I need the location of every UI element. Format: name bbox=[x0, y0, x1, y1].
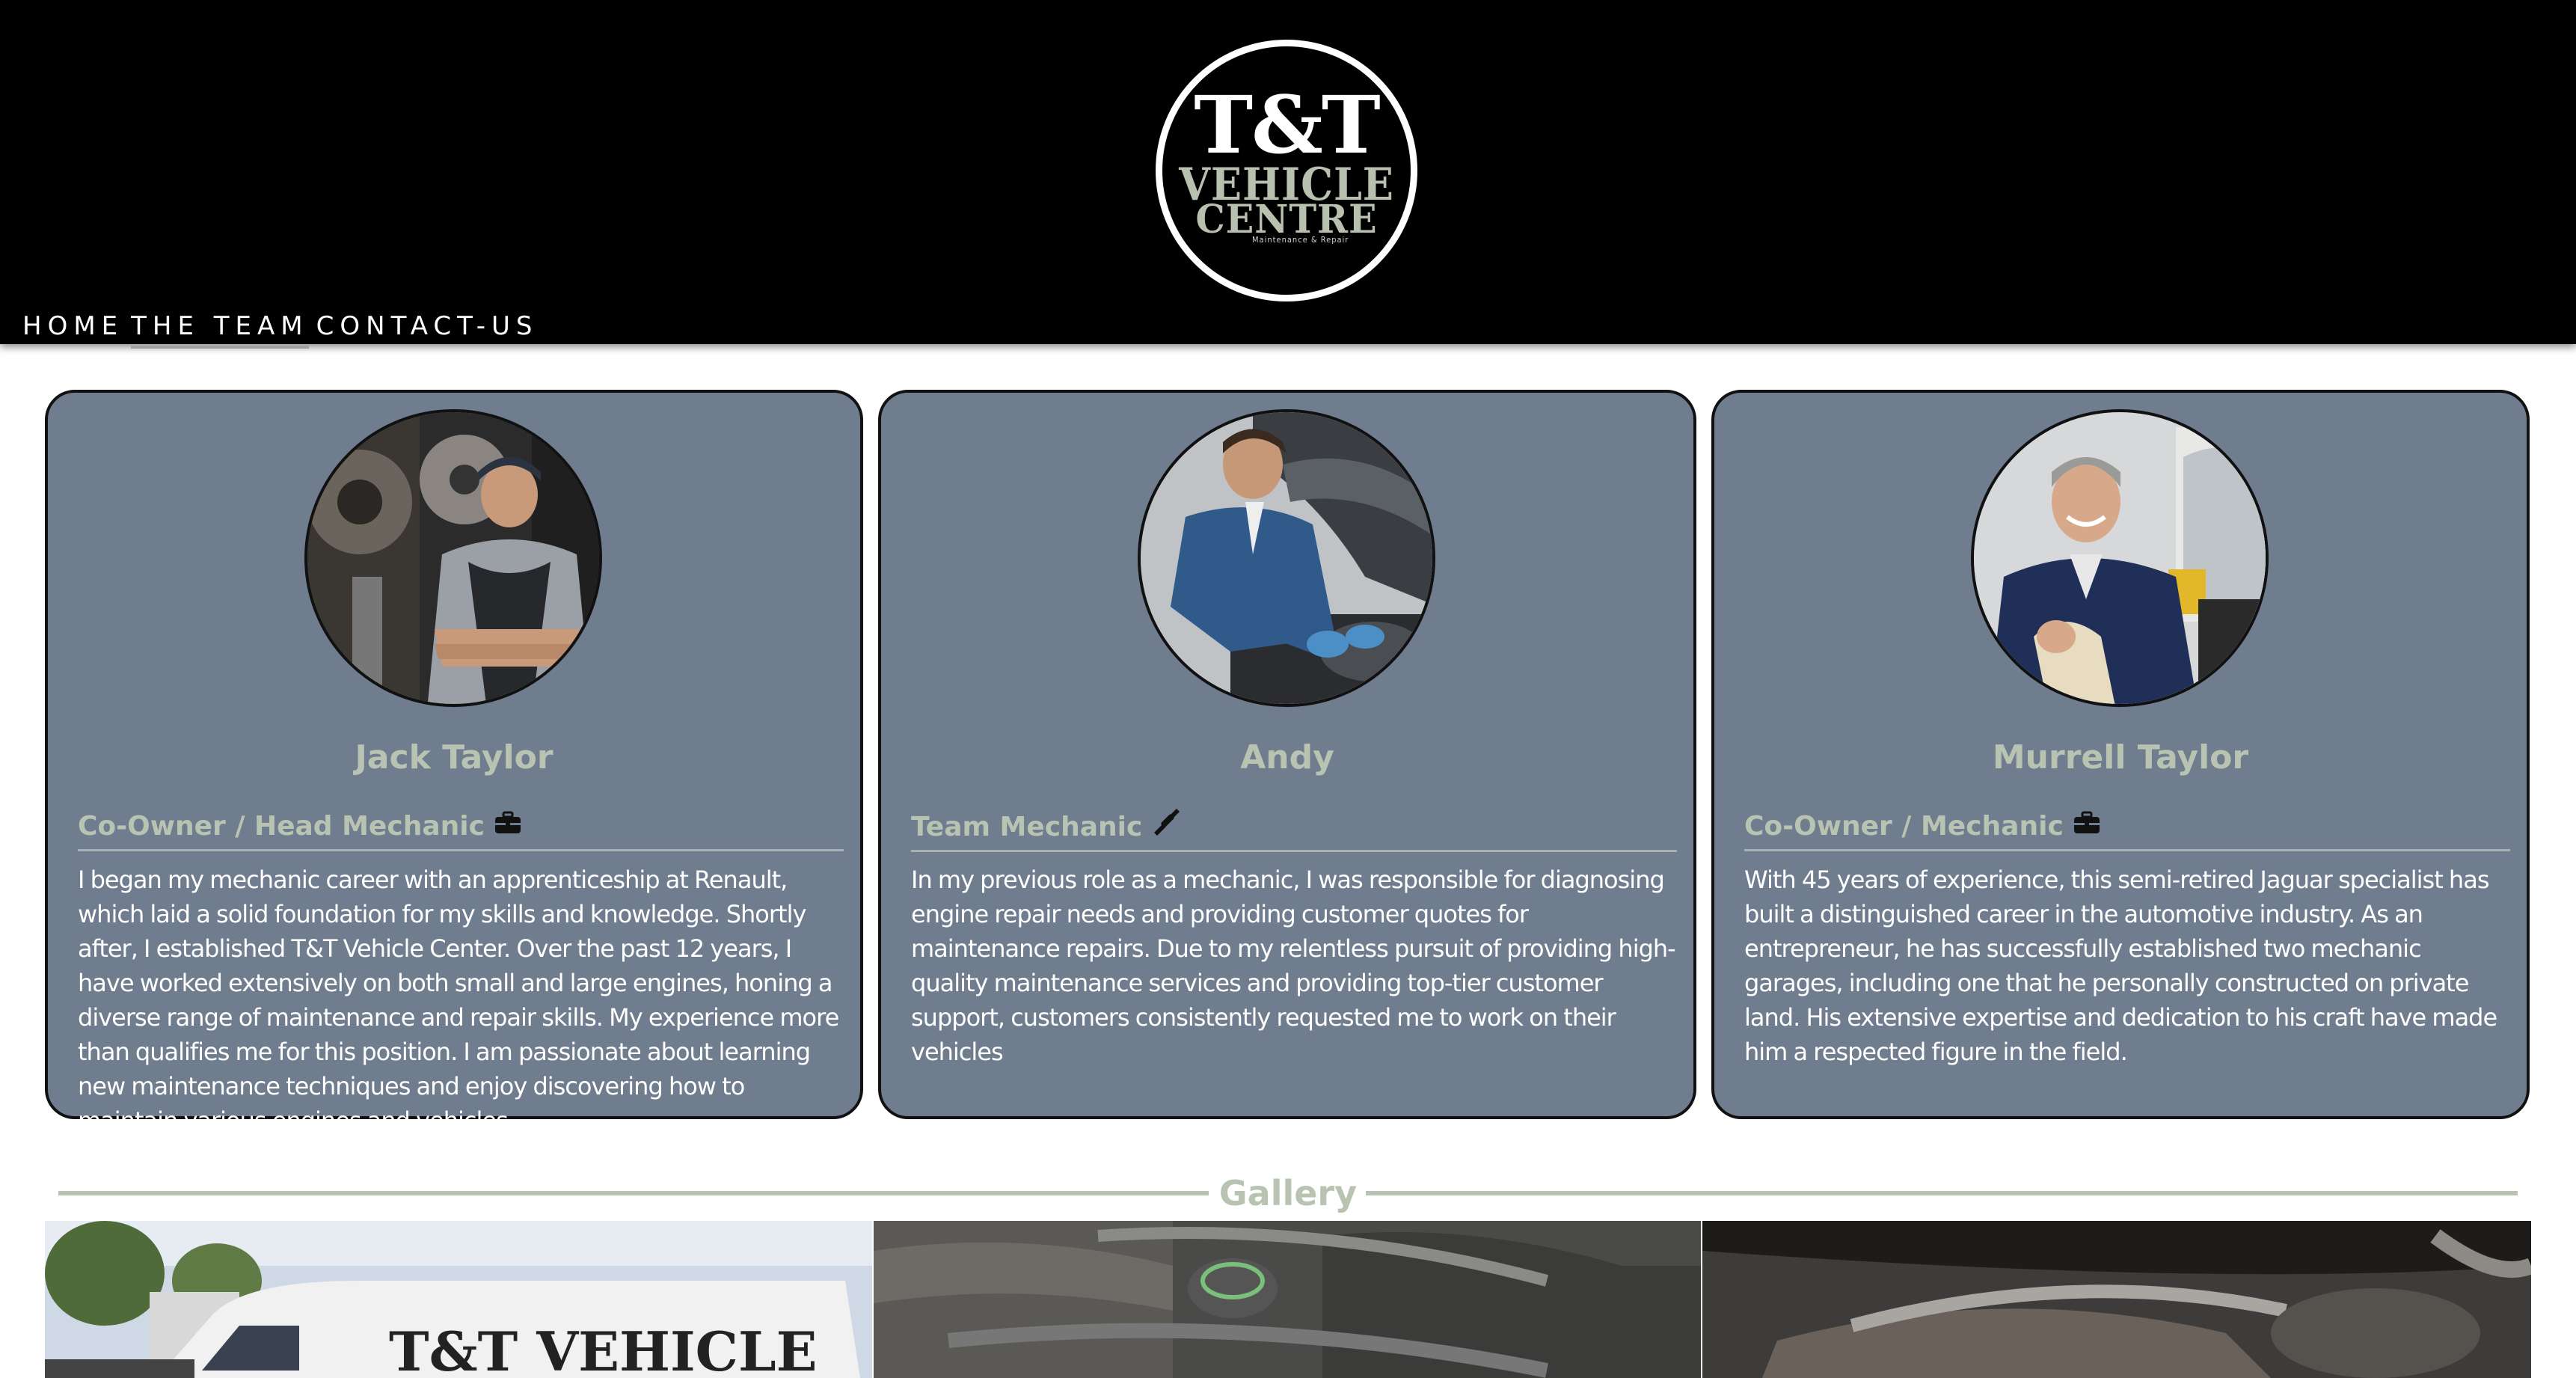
member-bio: With 45 years of experience, this semi-r… bbox=[1744, 866, 2497, 1066]
logo-centre-text: CENTRE bbox=[1195, 197, 1378, 242]
gallery-grid: T&T VEHICLE bbox=[45, 1221, 2531, 1378]
gallery-image-van[interactable]: T&T VEHICLE bbox=[45, 1221, 872, 1378]
member-name: Andy bbox=[1240, 738, 1334, 777]
gallery-image-undercarriage[interactable] bbox=[1702, 1221, 2531, 1378]
member-bio: I began my mechanic career with an appre… bbox=[78, 866, 839, 1135]
avatar-andy bbox=[1138, 409, 1435, 707]
member-role: Co-Owner / Mechanic bbox=[1744, 809, 2510, 851]
site-header: T&T VEHICLE CENTRE Maintenance & Repair … bbox=[0, 0, 2576, 349]
engine-bay-photo bbox=[874, 1221, 1701, 1378]
team-card-murrell-taylor: Murrell Taylor Co-Owner / Mechanic With … bbox=[1711, 390, 2530, 1119]
nav-the-team[interactable]: THE TEAM bbox=[131, 308, 309, 349]
member-bio: In my previous role as a mechanic, I was… bbox=[911, 866, 1676, 1066]
avatar-jack-taylor bbox=[304, 409, 602, 707]
senior-mechanic-rag-photo bbox=[1974, 412, 2266, 704]
team-card-andy: Andy Team Mechanic In my previous role a… bbox=[878, 390, 1696, 1119]
member-role-label: Co-Owner / Head Mechanic bbox=[78, 811, 485, 842]
toolbox-icon bbox=[494, 809, 522, 845]
member-role: Co-Owner / Head Mechanic bbox=[78, 809, 844, 851]
avatar-murrell-taylor bbox=[1971, 409, 2269, 707]
van-photo: T&T VEHICLE bbox=[45, 1221, 872, 1378]
member-role-label: Team Mechanic bbox=[911, 811, 1143, 842]
member-role-label: Co-Owner / Mechanic bbox=[1744, 811, 2064, 842]
member-role: Team Mechanic bbox=[911, 809, 1677, 852]
main-nav: HOME THE TEAM CONTACT-US bbox=[22, 308, 546, 349]
screwdriver-icon bbox=[1151, 809, 1180, 845]
gallery-divider-right bbox=[1366, 1191, 2518, 1195]
logo-tagline: Maintenance & Repair bbox=[1252, 235, 1349, 245]
mechanic-working-engine-photo bbox=[1141, 412, 1432, 704]
gallery-image-engine[interactable] bbox=[874, 1221, 1701, 1378]
member-name: Jack Taylor bbox=[355, 738, 553, 777]
member-name: Murrell Taylor bbox=[1992, 738, 2249, 777]
undercarriage-photo bbox=[1702, 1221, 2531, 1378]
mechanic-arms-crossed-photo bbox=[307, 412, 599, 704]
toolbox-icon bbox=[2073, 809, 2101, 845]
van-lettering: T&T VEHICLE bbox=[389, 1320, 817, 1378]
tt-vehicle-centre-logo[interactable]: T&T VEHICLE CENTRE Maintenance & Repair bbox=[1156, 40, 1417, 301]
gallery-heading: Gallery bbox=[58, 1167, 2518, 1219]
logo-tt-text: T&T bbox=[1194, 78, 1380, 171]
team-card-jack-taylor: Jack Taylor Co-Owner / Head Mechanic I b… bbox=[45, 390, 863, 1135]
nav-contact-us[interactable]: CONTACT-US bbox=[316, 308, 539, 349]
nav-home[interactable]: HOME bbox=[22, 308, 123, 349]
